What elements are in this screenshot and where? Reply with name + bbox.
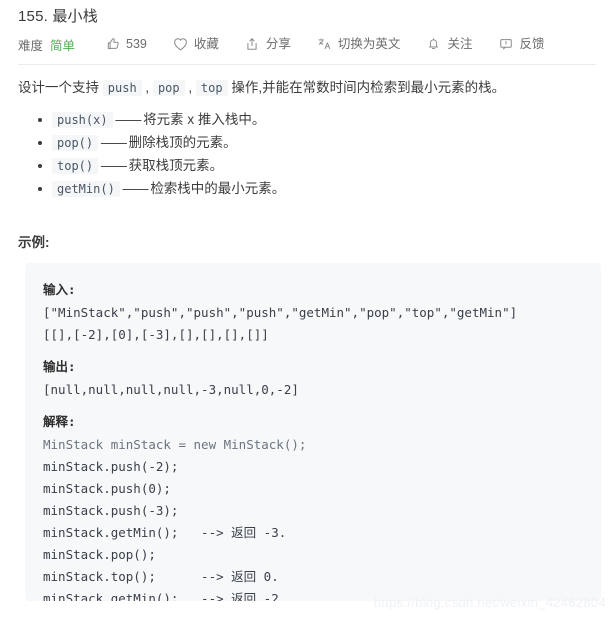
- bullet-dash: ——: [98, 158, 129, 173]
- input-line: ["MinStack","push","push","push","getMin…: [43, 305, 518, 320]
- explanation-label: 解释:: [43, 414, 76, 429]
- follow-button[interactable]: 关注: [426, 37, 472, 52]
- header-divider: [18, 64, 596, 65]
- translate-button[interactable]: 切换为英文: [317, 36, 401, 52]
- example-heading: 示例:: [18, 235, 50, 250]
- description-sep-2: ,: [184, 80, 196, 95]
- problem-meta-bar: 难度 简单 539 收藏 分享 切换为英文 关注 反馈: [18, 34, 544, 54]
- difficulty-group: 难度 简单: [18, 35, 75, 54]
- favorite-button[interactable]: 收藏: [173, 37, 219, 52]
- operations-list: push(x) —— 将元素 x 推入栈中。 pop() —— 删除栈顶的元素。…: [18, 109, 596, 200]
- like-count: 539: [126, 36, 147, 51]
- difficulty-value: 简单: [50, 38, 76, 53]
- share-label: 分享: [265, 36, 291, 51]
- heart-icon: [173, 37, 188, 52]
- inline-code-pop-fn: pop(): [52, 135, 99, 151]
- feedback-button[interactable]: 反馈: [498, 37, 544, 52]
- explanation-line: minStack.push(-2);: [43, 459, 179, 474]
- favorite-label: 收藏: [193, 36, 219, 51]
- bell-icon: [426, 37, 441, 52]
- explanation-line: minStack.push(0);: [43, 481, 171, 496]
- bullet-text: 获取栈顶元素。: [128, 158, 224, 173]
- input-line: [[],[-2],[0],[-3],[],[],[],[]]: [43, 327, 269, 342]
- bullet-dash: ——: [112, 112, 144, 127]
- follow-label: 关注: [447, 36, 473, 51]
- inline-code-push-x: push(x): [52, 112, 113, 128]
- list-item: getMin() —— 检索栈中的最小元素。: [38, 178, 596, 200]
- share-icon: [245, 37, 260, 52]
- inline-code-push: push: [102, 80, 142, 96]
- bullet-text: 将元素 x 推入栈中。: [143, 112, 266, 127]
- inline-code-pop: pop: [152, 80, 185, 96]
- output-section: 输出: [null,null,null,null,-3,null,0,-2]: [43, 356, 583, 401]
- problem-description: 设计一个支持 push , pop , top 操作,并能在常数时间内检索到最小…: [18, 77, 596, 201]
- explanation-line: minStack.pop();: [43, 547, 156, 562]
- translate-label: 切换为英文: [337, 36, 401, 51]
- example-code-block: 输入: ["MinStack","push","push","push","ge…: [25, 263, 601, 601]
- list-item: top() —— 获取栈顶元素。: [38, 155, 596, 177]
- share-button[interactable]: 分享: [245, 37, 291, 52]
- explanation-line: MinStack minStack = new MinStack();: [43, 437, 307, 452]
- thumbs-up-icon: [105, 37, 120, 52]
- bullet-dash: ——: [119, 181, 151, 196]
- translate-icon: [317, 37, 332, 52]
- feedback-icon: [498, 37, 513, 52]
- input-section: 输入: ["MinStack","push","push","push","ge…: [43, 279, 583, 346]
- description-paragraph: 设计一个支持 push , pop , top 操作,并能在常数时间内检索到最小…: [18, 77, 596, 99]
- bullet-text: 检索栈中的最小元素。: [150, 181, 286, 196]
- inline-code-getmin-fn: getMin(): [52, 181, 120, 197]
- inline-code-top: top: [195, 80, 228, 96]
- input-label: 输入:: [43, 282, 76, 297]
- explanation-line: minStack.push(-3);: [43, 503, 179, 518]
- difficulty-label: 难度: [18, 38, 44, 53]
- feedback-label: 反馈: [519, 36, 545, 51]
- page-title: 155. 最小栈: [18, 8, 98, 25]
- explanation-line: minStack.getMin(); --> 返回 -2.: [43, 591, 287, 601]
- description-suffix: 操作,并能在常数时间内检索到最小元素的栈。: [227, 80, 506, 95]
- list-item: pop() —— 删除栈顶的元素。: [38, 132, 596, 154]
- inline-code-top-fn: top(): [52, 158, 99, 174]
- explanation-line: minStack.top(); --> 返回 0.: [43, 569, 279, 584]
- explanation-line: minStack.getMin(); --> 返回 -3.: [43, 525, 287, 540]
- bullet-dash: ——: [98, 135, 129, 150]
- list-item: push(x) —— 将元素 x 推入栈中。: [38, 109, 596, 131]
- description-prefix: 设计一个支持: [18, 80, 103, 95]
- like-button[interactable]: 539: [105, 37, 147, 52]
- explanation-section: 解释: MinStack minStack = new MinStack(); …: [43, 411, 583, 601]
- output-line: [null,null,null,null,-3,null,0,-2]: [43, 382, 299, 397]
- description-sep-1: ,: [141, 80, 153, 95]
- bullet-text: 删除栈顶的元素。: [128, 135, 237, 150]
- output-label: 输出:: [43, 359, 76, 374]
